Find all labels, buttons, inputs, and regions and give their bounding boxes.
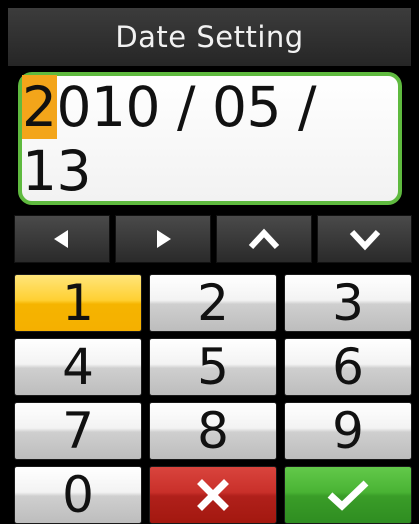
key-8[interactable]: 8 bbox=[149, 402, 277, 460]
left-arrow-icon bbox=[54, 230, 68, 248]
key-6[interactable]: 6 bbox=[284, 338, 412, 396]
date-display: 2010 / 05 / 13 bbox=[18, 72, 402, 205]
key-7[interactable]: 7 bbox=[14, 402, 142, 460]
key-3[interactable]: 3 bbox=[284, 274, 412, 332]
key-4[interactable]: 4 bbox=[14, 338, 142, 396]
check-icon bbox=[327, 480, 369, 511]
key-5[interactable]: 5 bbox=[149, 338, 277, 396]
nav-buttons bbox=[14, 215, 412, 263]
title-bar: Date Setting bbox=[8, 8, 411, 66]
move-left-button[interactable] bbox=[14, 215, 110, 263]
date-value: 2010 / 05 / 13 bbox=[22, 74, 398, 203]
cancel-button[interactable] bbox=[149, 466, 277, 524]
key-2[interactable]: 2 bbox=[149, 274, 277, 332]
decrement-button[interactable] bbox=[317, 215, 412, 263]
move-right-button[interactable] bbox=[115, 215, 211, 263]
confirm-button[interactable] bbox=[284, 466, 412, 524]
date-cursor: 2 bbox=[22, 74, 57, 139]
close-icon bbox=[197, 479, 229, 511]
chevron-up-icon bbox=[248, 228, 280, 250]
key-9[interactable]: 9 bbox=[284, 402, 412, 460]
key-1[interactable]: 1 bbox=[14, 274, 142, 332]
chevron-down-icon bbox=[349, 229, 380, 251]
key-0[interactable]: 0 bbox=[14, 466, 142, 524]
page-title: Date Setting bbox=[115, 20, 304, 54]
date-rest: 010 / 05 / 13 bbox=[22, 74, 316, 203]
right-arrow-icon bbox=[157, 230, 171, 248]
increment-button[interactable] bbox=[216, 215, 312, 263]
